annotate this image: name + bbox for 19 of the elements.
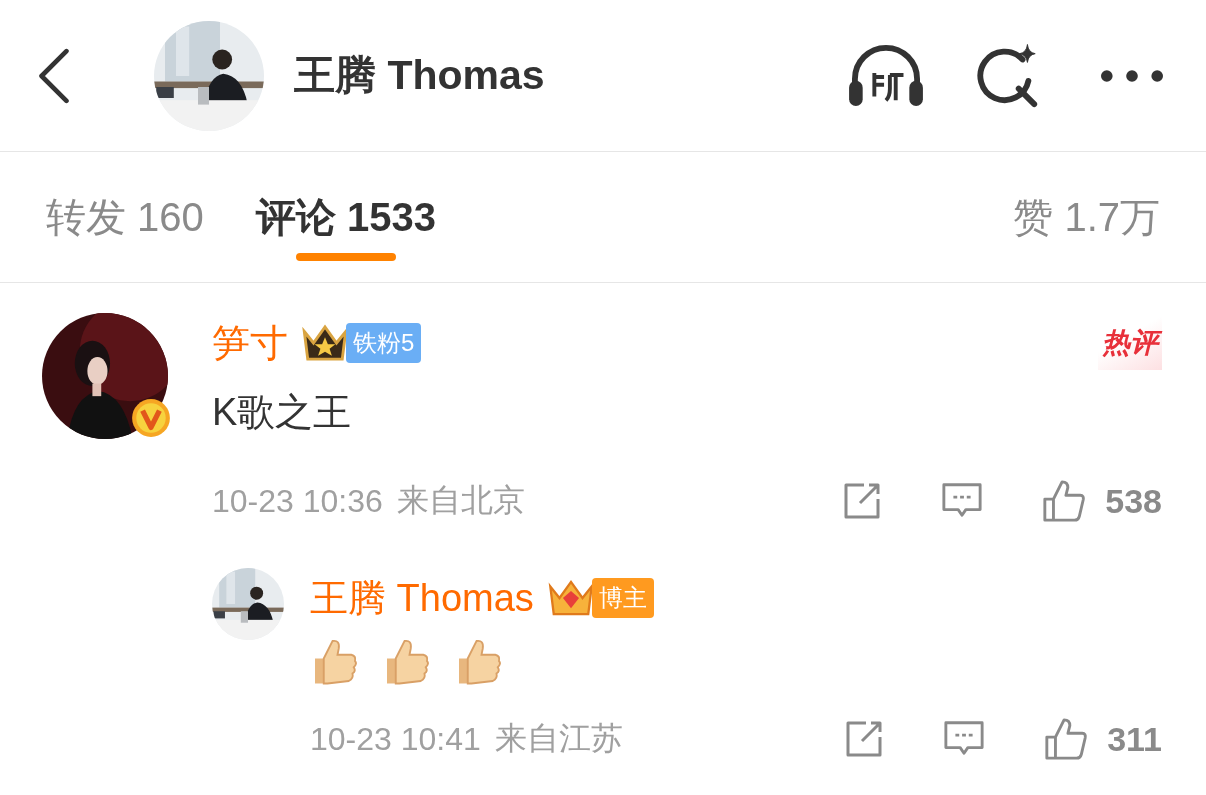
author-name[interactable]: 王腾 Thomas — [310, 572, 534, 624]
author-name[interactable]: 笋寸 — [212, 317, 288, 369]
fan-level-badge: 铁粉5 — [346, 323, 422, 363]
page-title: 王腾 Thomas — [294, 51, 545, 100]
comment-time: 10-23 10:41 — [310, 720, 481, 758]
comment-location: 来自北京 — [396, 481, 525, 520]
crown-icon — [302, 322, 348, 364]
like-count: 311 — [1107, 719, 1162, 759]
author-badge: 博主 — [591, 578, 654, 618]
back-icon[interactable] — [38, 47, 70, 104]
more-icon[interactable] — [1100, 67, 1164, 84]
comment-text: K歌之王 — [212, 390, 353, 435]
tab[interactable]: 转发 160 — [46, 177, 204, 257]
likes-tab[interactable]: 赞 1.7万 — [1013, 177, 1160, 257]
comment-location: 来自江苏 — [494, 719, 623, 758]
thumbs-up-icon[interactable] — [1041, 478, 1088, 524]
comment-time: 10-23 10:36 — [212, 482, 383, 520]
like-count: 538 — [1105, 481, 1162, 521]
thumbs-up-icon[interactable] — [1043, 716, 1090, 762]
